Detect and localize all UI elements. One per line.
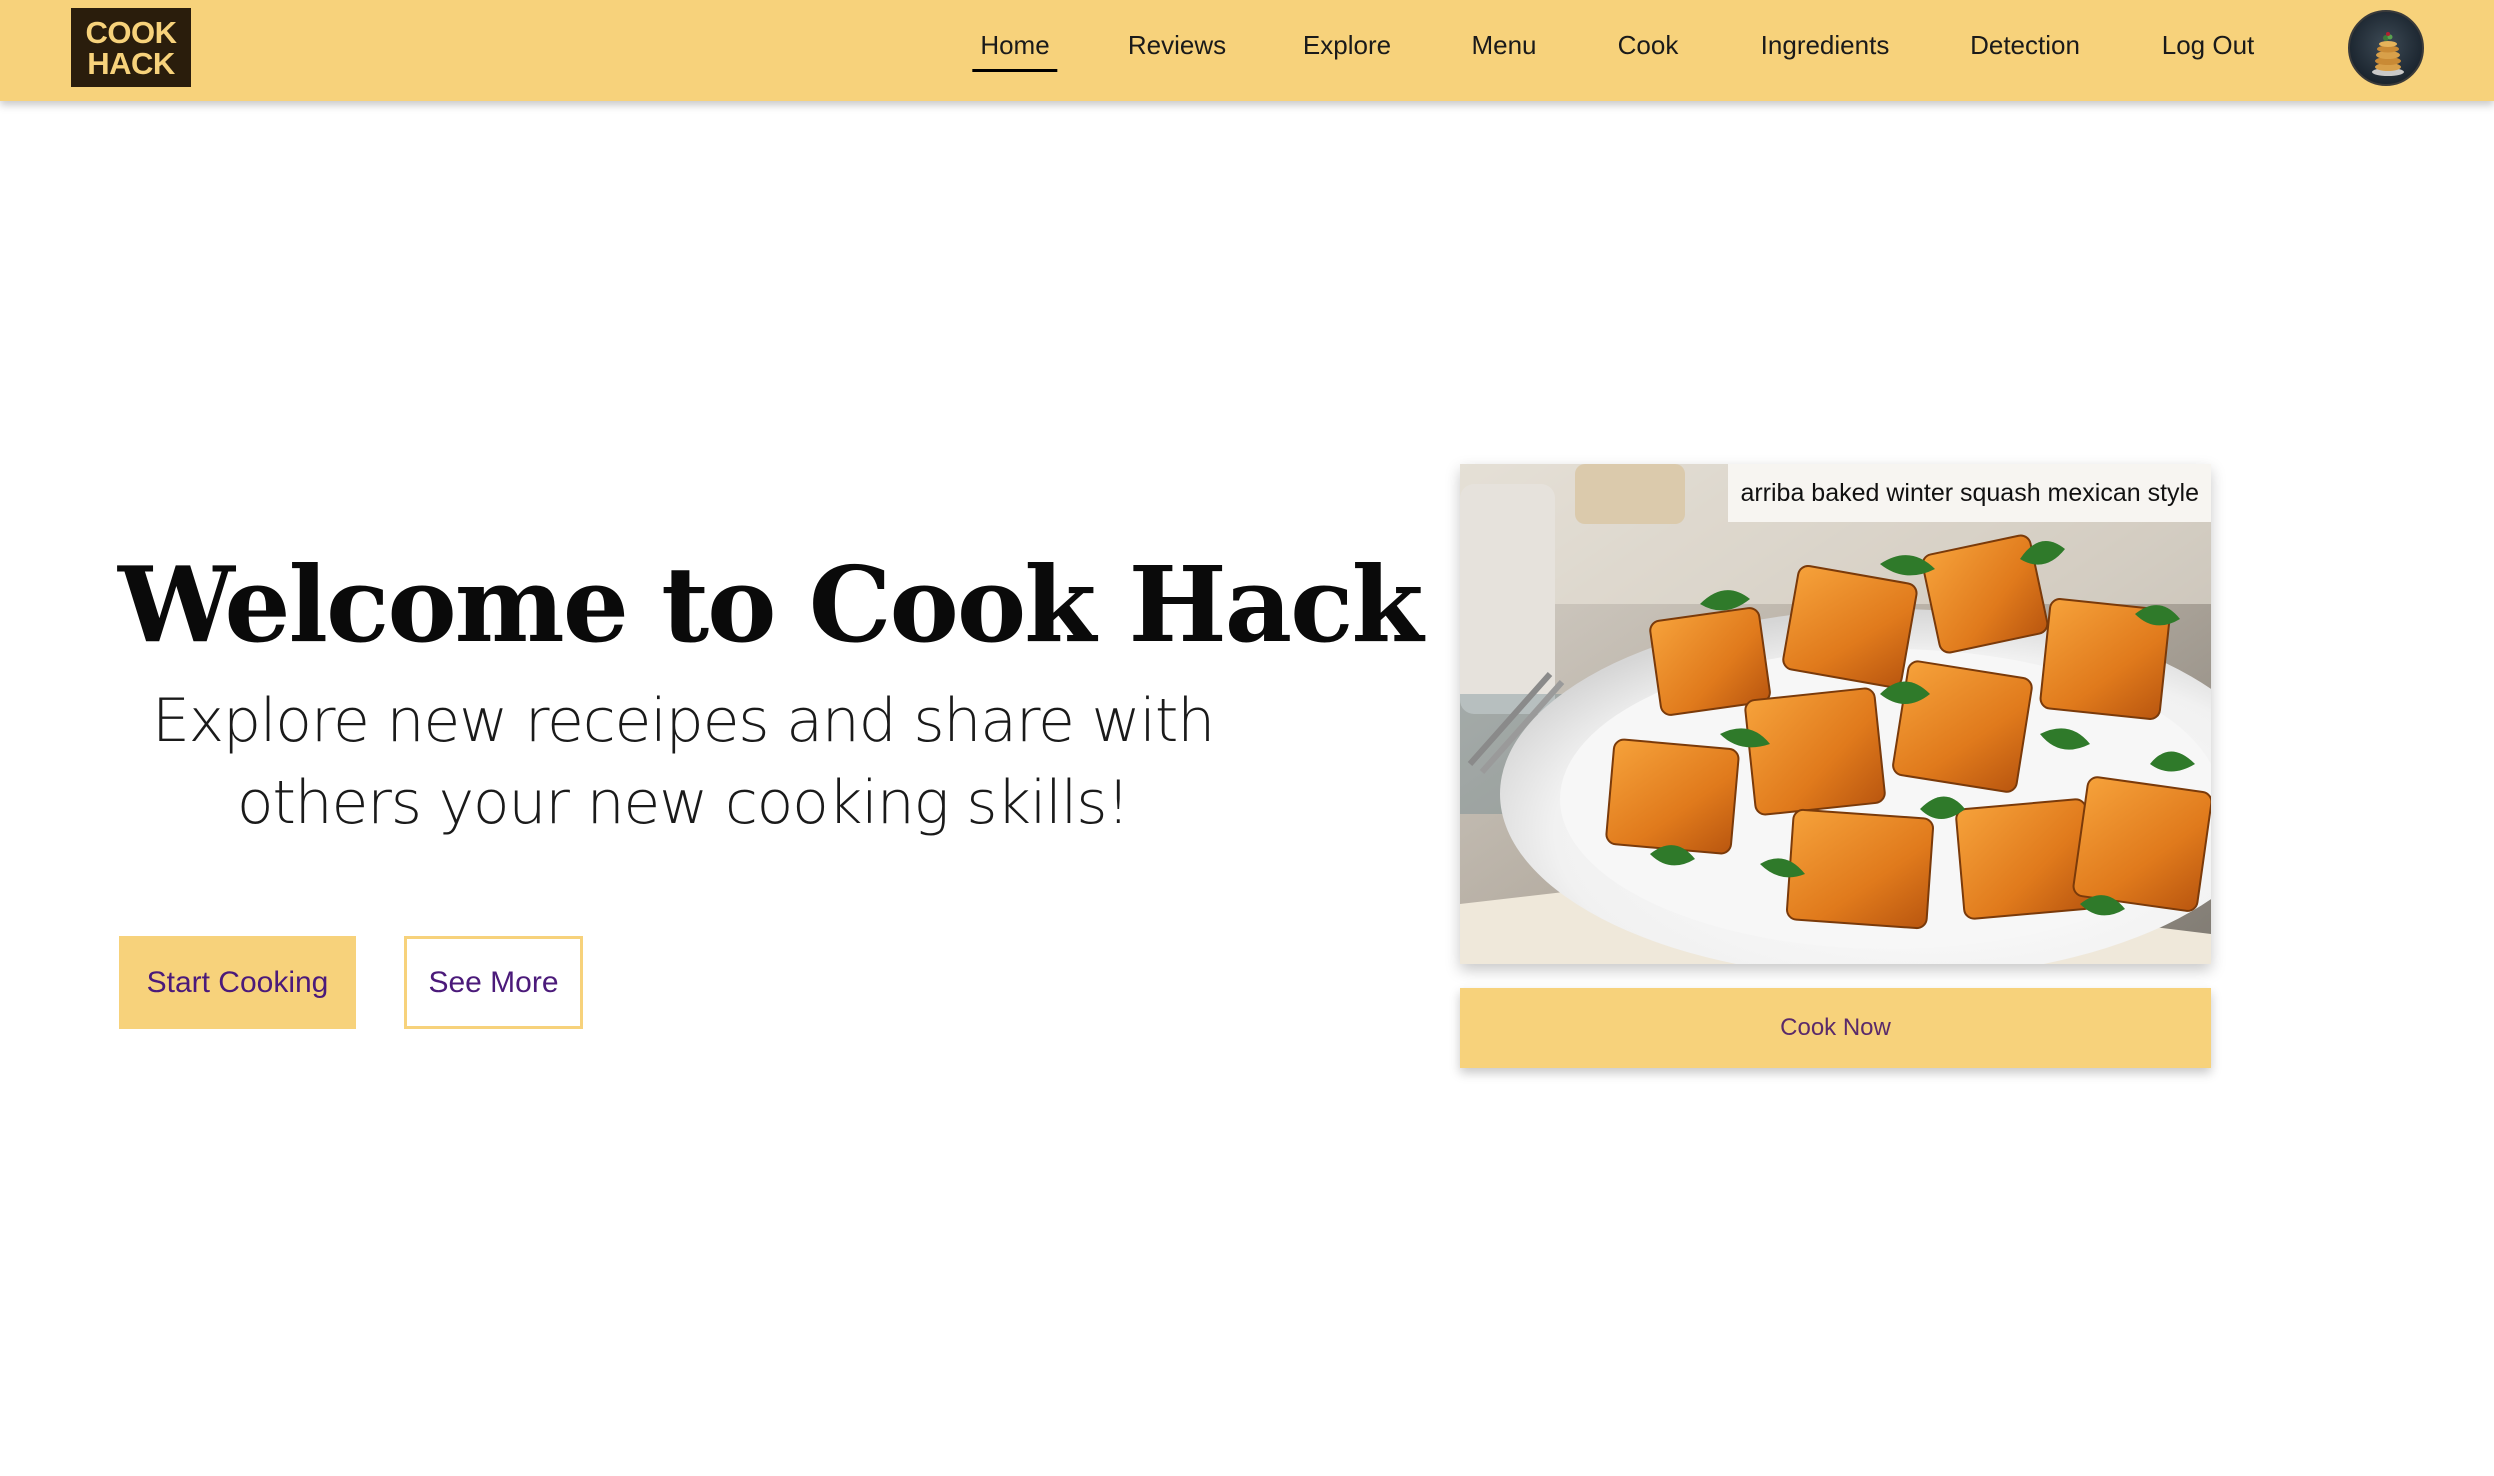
- featured-recipe-card[interactable]: arriba baked winter squash mexican style: [1460, 464, 2211, 964]
- cook-now-button[interactable]: Cook Now: [1460, 988, 2211, 1068]
- start-cooking-button[interactable]: Start Cooking: [119, 936, 356, 1029]
- recipe-caption: arriba baked winter squash mexican style: [1728, 464, 2211, 522]
- recipe-image: [1460, 464, 2211, 964]
- hero-subtitle-line-1: Explore new receipes and share with: [151, 686, 1215, 756]
- nav-home[interactable]: Home: [972, 30, 1059, 72]
- nav-ingredients[interactable]: Ingredients: [1761, 30, 1890, 61]
- hero-subtitle: Explore new receipes and share with othe…: [118, 680, 1248, 844]
- nav-explore[interactable]: Explore: [1303, 30, 1391, 61]
- top-navbar: COOK HACK Home Reviews Explore Menu Cook…: [0, 0, 2494, 101]
- see-more-button[interactable]: See More: [404, 936, 583, 1029]
- nav-reviews[interactable]: Reviews: [1128, 30, 1226, 61]
- hero-subtitle-line-2: others your new cooking skills!: [236, 768, 1131, 838]
- user-avatar[interactable]: [2348, 10, 2424, 86]
- hero-title: Welcome to Cook Hack: [118, 543, 1424, 666]
- nav-detection[interactable]: Detection: [1970, 30, 2080, 61]
- nav-log-out[interactable]: Log Out: [2162, 30, 2255, 61]
- nav-menu[interactable]: Menu: [1471, 30, 1536, 61]
- nav-cook[interactable]: Cook: [1618, 30, 1679, 61]
- main-nav: Home Reviews Explore Menu Cook Ingredien…: [0, 0, 2494, 96]
